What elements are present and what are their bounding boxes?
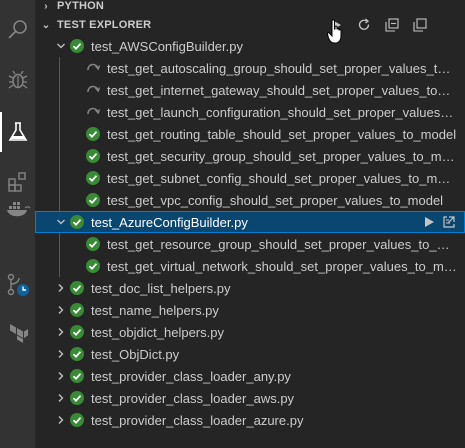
- debug-icon[interactable]: [0, 60, 35, 100]
- terraform-icon[interactable]: [0, 312, 35, 352]
- chevron-right-icon[interactable]: [53, 299, 69, 321]
- test-item[interactable]: test_get_internet_gateway_should_set_pro…: [35, 79, 465, 101]
- chevron-right-icon[interactable]: [53, 387, 69, 409]
- skipped-icon: [85, 104, 101, 120]
- test-file-row[interactable]: test_provider_class_loader_aws.py: [35, 387, 465, 409]
- passed-icon: [85, 148, 101, 164]
- test-file-label: test_provider_class_loader_azure.py: [91, 412, 304, 428]
- passed-icon: [85, 236, 101, 252]
- passed-icon: [69, 214, 85, 230]
- passed-icon: [69, 324, 85, 340]
- test-item[interactable]: test_get_launch_configuration_should_set…: [35, 101, 465, 123]
- chevron-right-icon: ›: [44, 0, 48, 12]
- test-label: test_get_routing_table_should_set_proper…: [107, 126, 457, 142]
- test-file-label: test_doc_list_helpers.py: [91, 280, 231, 296]
- chevron-right-icon[interactable]: [53, 365, 69, 387]
- run-test-icon[interactable]: [419, 211, 439, 233]
- test-file-label: test_objdict_helpers.py: [91, 324, 224, 340]
- source-control-history-icon[interactable]: [0, 265, 35, 305]
- test-item[interactable]: test_get_routing_table_should_set_proper…: [35, 123, 465, 145]
- passed-icon: [69, 412, 85, 428]
- test-label: test_get_security_group_should_set_prope…: [107, 148, 465, 164]
- go-to-file-icon[interactable]: [439, 211, 459, 233]
- chevron-down-icon: ⌄: [41, 19, 51, 31]
- chevron-right-icon[interactable]: [53, 343, 69, 365]
- test-file-label: test_provider_class_loader_aws.py: [91, 390, 295, 406]
- chevron-down-icon[interactable]: [53, 35, 69, 57]
- refresh-button[interactable]: [350, 14, 378, 36]
- test-item[interactable]: test_get_autoscaling_group_should_set_pr…: [35, 57, 465, 79]
- testing-flask-icon[interactable]: [0, 112, 35, 152]
- test-file-row[interactable]: test_provider_class_loader_azure.py: [35, 409, 465, 431]
- chevron-right-icon[interactable]: [53, 277, 69, 299]
- chevron-right-icon[interactable]: [53, 409, 69, 431]
- skipped-icon: [85, 60, 101, 76]
- test-item[interactable]: test_get_virtual_network_should_set_prop…: [35, 255, 465, 277]
- test-label: test_get_autoscaling_group_should_set_pr…: [107, 60, 465, 76]
- python-section-title: PYTHON: [57, 0, 105, 12]
- test-suite-azure[interactable]: test_AzureConfigBuilder.py: [35, 211, 465, 233]
- test-label: test_get_subnet_config_should_set_proper…: [107, 170, 462, 186]
- passed-icon: [69, 280, 85, 296]
- test-file-row[interactable]: test_provider_class_loader_any.py: [35, 365, 465, 387]
- test-label: test_get_launch_configuration_should_set…: [107, 104, 465, 120]
- test-item[interactable]: test_get_vpc_config_should_set_proper_va…: [35, 189, 465, 211]
- test-item[interactable]: test_get_security_group_should_set_prope…: [35, 145, 465, 167]
- passed-icon: [85, 258, 101, 274]
- passed-icon: [69, 38, 85, 54]
- search-icon[interactable]: [0, 10, 35, 50]
- test-suite-label: test_AWSConfigBuilder.py: [91, 38, 243, 54]
- test-file-row[interactable]: test_name_helpers.py: [35, 299, 465, 321]
- passed-icon: [69, 346, 85, 362]
- refresh-icon: [358, 18, 370, 30]
- passed-icon: [69, 390, 85, 406]
- row-actions: [419, 211, 465, 233]
- passed-icon: [69, 368, 85, 384]
- passed-icon: [85, 170, 101, 186]
- passed-icon: [85, 192, 101, 208]
- test-file-label: test_ObjDict.py: [91, 346, 180, 362]
- test-item[interactable]: test_get_subnet_config_should_set_proper…: [35, 167, 465, 189]
- test-explorer-section-title: TEST EXPLORER: [57, 19, 152, 31]
- skipped-icon: [85, 82, 101, 98]
- docker-icon[interactable]: [0, 188, 35, 228]
- passed-icon: [85, 126, 101, 142]
- test-label: test_get_internet_gateway_should_set_pro…: [107, 82, 465, 98]
- show-output-button[interactable]: [406, 14, 434, 36]
- collapse-all-button[interactable]: [378, 14, 406, 36]
- chevron-right-icon[interactable]: [53, 321, 69, 343]
- test-suite-label: test_AzureConfigBuilder.py: [91, 214, 248, 230]
- test-label: test_get_vpc_config_should_set_proper_va…: [107, 192, 444, 208]
- side-bar: › PYTHON ⌄ TEST EXPLORER test_AWSConfigB…: [35, 0, 465, 448]
- test-file-row[interactable]: test_objdict_helpers.py: [35, 321, 465, 343]
- test-file-row[interactable]: test_ObjDict.py: [35, 343, 465, 365]
- test-label: test_get_resource_group_should_set_prope…: [107, 236, 465, 252]
- chevron-down-icon[interactable]: [53, 211, 69, 233]
- test-item[interactable]: test_get_resource_group_should_set_prope…: [35, 233, 465, 255]
- passed-icon: [69, 302, 85, 318]
- test-file-label: test_provider_class_loader_any.py: [91, 368, 291, 384]
- test-file-label: test_name_helpers.py: [91, 302, 219, 318]
- test-suite-aws[interactable]: test_AWSConfigBuilder.py: [35, 35, 465, 57]
- collapse-all-icon: [385, 18, 399, 32]
- test-file-row[interactable]: test_doc_list_helpers.py: [35, 277, 465, 299]
- test-label: test_get_virtual_network_should_set_prop…: [107, 258, 465, 274]
- activity-bar: [0, 0, 35, 448]
- show-output-icon: [413, 18, 427, 32]
